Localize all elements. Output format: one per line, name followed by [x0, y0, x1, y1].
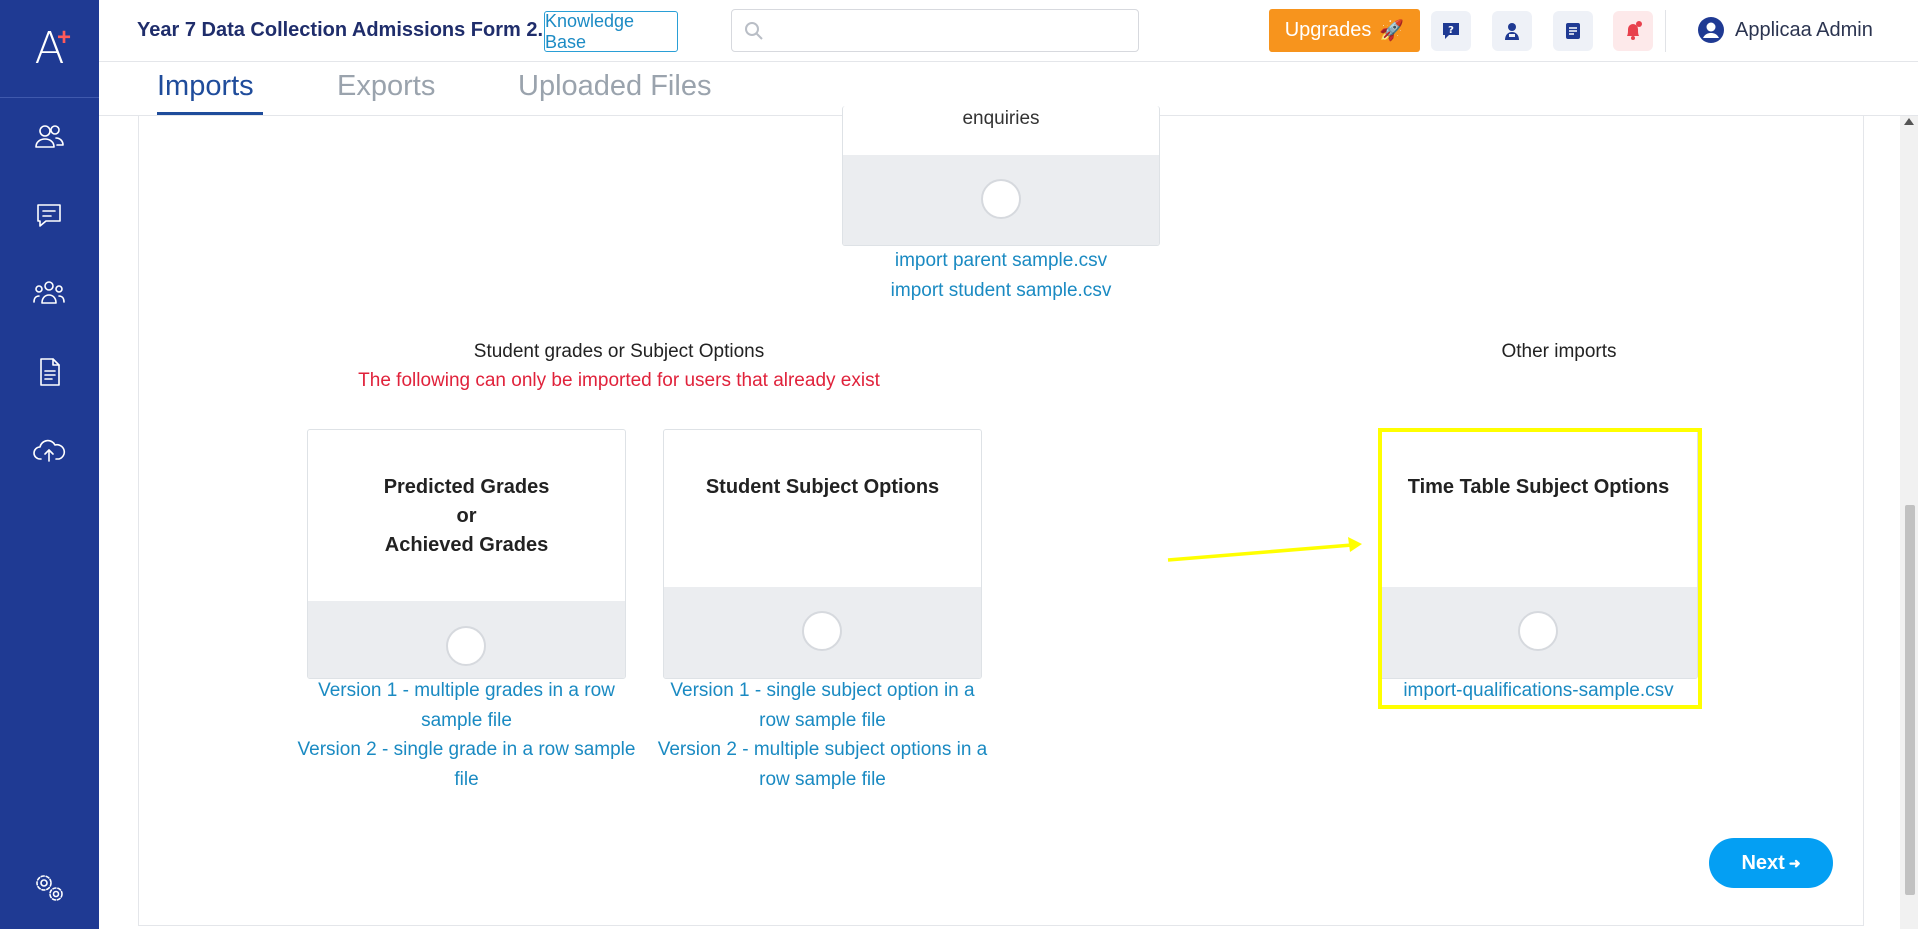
- tab-exports[interactable]: Exports: [337, 70, 435, 103]
- student-sample-link[interactable]: import student sample.csv: [842, 276, 1160, 306]
- app-logo[interactable]: A +: [0, 0, 99, 98]
- sidebar-item-contacts[interactable]: [28, 116, 70, 158]
- tab-uploaded-files[interactable]: Uploaded Files: [518, 70, 711, 103]
- sidebar-item-groups[interactable]: [28, 272, 70, 314]
- user-avatar-icon: [1698, 17, 1724, 43]
- card-title-line: or: [456, 505, 477, 527]
- sidebar-item-settings[interactable]: [28, 867, 70, 909]
- sidebar-item-uploads[interactable]: [28, 430, 70, 472]
- bell-icon: [1627, 21, 1642, 40]
- parent-sample-link[interactable]: import parent sample.csv: [842, 246, 1160, 276]
- scroll-up-arrow[interactable]: [1904, 118, 1914, 125]
- card-title: Predicted Grades or Achieved Grades: [308, 473, 625, 560]
- sidebar-item-messages[interactable]: [28, 195, 70, 237]
- support-agent-icon: [1505, 23, 1519, 40]
- document-icon: [40, 358, 60, 386]
- app-root: A + Year 7 Data Collection Admissions Fo…: [0, 0, 1918, 929]
- group-icon: [33, 281, 65, 304]
- import-radio[interactable]: [802, 611, 842, 651]
- card-footer: [308, 601, 625, 678]
- upgrades-button[interactable]: Upgrades 🚀: [1269, 9, 1420, 52]
- logo-plus: +: [57, 24, 72, 51]
- sidebar-item-documents[interactable]: [28, 351, 70, 393]
- subject-version-2-link[interactable]: Version 2 - multiple subject options in …: [653, 735, 992, 795]
- grades-version-1-link[interactable]: Version 1 - multiple grades in a row sam…: [297, 676, 636, 736]
- scrollbar-thumb[interactable]: [1905, 505, 1915, 895]
- import-card-grades[interactable]: Predicted Grades or Achieved Grades: [307, 429, 626, 679]
- rocket-icon: 🚀: [1379, 20, 1405, 42]
- upgrades-label: Upgrades: [1284, 19, 1372, 41]
- arrow-right-icon: ➜: [1788, 854, 1801, 871]
- subject-version-1-link[interactable]: Version 1 - single subject option in a r…: [653, 676, 992, 736]
- annotation-arrow: [1167, 537, 1362, 562]
- card-title-line: Achieved Grades: [384, 534, 549, 556]
- tab-imports[interactable]: Imports: [157, 70, 254, 103]
- card-title-line: Predicted Grades: [383, 476, 550, 498]
- help-question-icon: ?: [1443, 23, 1459, 39]
- top-header: Year 7 Data Collection Admissions Form 2…: [99, 0, 1918, 62]
- other-imports-label: Other imports: [1501, 341, 1617, 362]
- next-label: Next: [1741, 851, 1785, 874]
- highlight-box: [1378, 428, 1702, 709]
- card-title: Student Subject Options: [705, 476, 940, 498]
- svg-text:?: ?: [1448, 25, 1454, 36]
- active-tab-indicator: [157, 112, 263, 115]
- user-menu[interactable]: Applicaa Admin: [1697, 16, 1873, 44]
- chat-icon: [37, 204, 61, 227]
- notes-icon: [1566, 23, 1580, 39]
- knowledge-base-button[interactable]: Knowledge Base: [544, 11, 678, 52]
- support-button[interactable]: [1492, 11, 1532, 51]
- import-card-enquiries[interactable]: enquiries: [842, 106, 1160, 246]
- imports-panel: enquiries import parent sample.csv impor…: [138, 106, 1864, 926]
- import-card-subject-options[interactable]: Student Subject Options: [663, 429, 982, 679]
- people-icon: [35, 125, 64, 148]
- help-button[interactable]: ?: [1431, 11, 1471, 51]
- search-icon: [745, 22, 763, 40]
- gears-icon: [36, 875, 63, 901]
- cloud-upload-icon: [33, 439, 66, 462]
- card-title-partial: enquiries: [962, 108, 1040, 129]
- sidebar: A +: [0, 0, 99, 929]
- card-footer: [843, 155, 1159, 245]
- card-footer: [664, 587, 981, 678]
- grades-version-2-link[interactable]: Version 2 - single grade in a row sample…: [297, 735, 636, 795]
- grades-warning: The following can only be imported for u…: [358, 370, 880, 391]
- next-button[interactable]: Next ➜: [1709, 838, 1833, 888]
- import-radio[interactable]: [981, 179, 1021, 219]
- user-name: Applicaa Admin: [1735, 18, 1873, 41]
- notes-button[interactable]: [1553, 11, 1593, 51]
- search-input[interactable]: [731, 9, 1139, 52]
- notifications-button[interactable]: [1613, 11, 1653, 51]
- import-radio[interactable]: [446, 626, 486, 666]
- form-title[interactable]: Year 7 Data Collection Admissions Form 2…: [137, 19, 554, 42]
- header-divider: [1665, 10, 1666, 52]
- grades-section-label: Student grades or Subject Options: [473, 341, 765, 362]
